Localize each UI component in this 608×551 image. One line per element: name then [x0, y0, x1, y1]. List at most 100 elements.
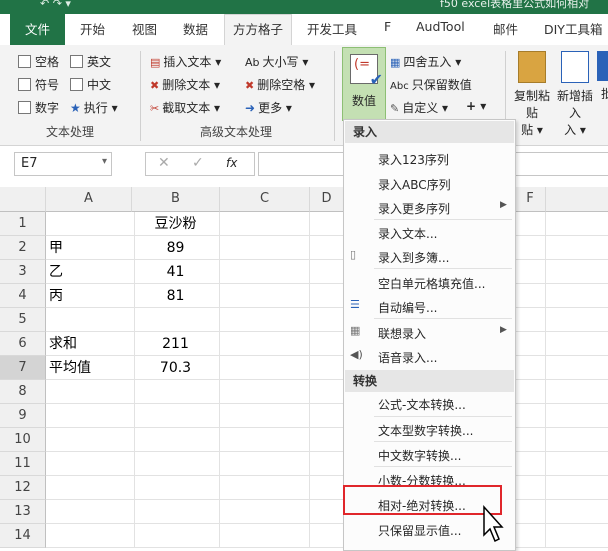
row-header[interactable]: 3: [0, 260, 46, 284]
row-header[interactable]: 4: [0, 284, 46, 308]
tab-data[interactable]: 数据: [183, 19, 208, 38]
row-header[interactable]: 11: [0, 452, 46, 476]
table-cell[interactable]: [515, 452, 546, 476]
table-cell[interactable]: [220, 476, 310, 500]
table-cell[interactable]: [515, 236, 546, 260]
remove-space-button[interactable]: ✖ 删除空格 ▾: [245, 76, 315, 93]
row-header[interactable]: 12: [0, 476, 46, 500]
table-cell[interactable]: [132, 500, 220, 524]
table-cell[interactable]: [46, 380, 135, 404]
column-header[interactable]: D: [310, 187, 344, 212]
menu-item-keep-display[interactable]: 只保留显示值...: [378, 522, 461, 539]
menu-item-input-abc[interactable]: 录入ABC序列: [378, 176, 451, 193]
table-cell[interactable]: [546, 308, 608, 332]
table-cell[interactable]: [310, 428, 344, 452]
checkbox-symbol[interactable]: 符号: [18, 76, 59, 93]
tab-f[interactable]: F: [384, 19, 391, 34]
table-cell[interactable]: [220, 332, 310, 356]
table-cell[interactable]: [132, 452, 220, 476]
checkbox-chinese[interactable]: 中文: [70, 76, 111, 93]
table-cell[interactable]: [310, 452, 344, 476]
table-cell[interactable]: [132, 308, 220, 332]
more-button[interactable]: ➜ 更多 ▾: [245, 99, 292, 116]
table-cell[interactable]: [515, 332, 546, 356]
menu-item-chinese-number[interactable]: 中文数字转换...: [378, 447, 461, 464]
table-cell[interactable]: [310, 260, 344, 284]
table-cell[interactable]: [220, 404, 310, 428]
table-cell[interactable]: [546, 428, 608, 452]
cancel-icon[interactable]: ✕: [158, 155, 170, 171]
column-header[interactable]: B: [132, 187, 220, 212]
table-cell[interactable]: [546, 524, 608, 548]
case-button[interactable]: Ab 大小写 ▾: [245, 53, 308, 70]
copy-paste-button[interactable]: 复制粘贴 贴 ▾: [512, 51, 552, 138]
select-all-corner[interactable]: [0, 187, 46, 212]
table-cell[interactable]: [515, 476, 546, 500]
keep-value-button[interactable]: Abc 只保留数值: [390, 76, 472, 93]
table-cell[interactable]: [515, 284, 546, 308]
table-cell[interactable]: [546, 260, 608, 284]
delete-text-button[interactable]: ✖ 删除文本 ▾: [150, 76, 220, 93]
row-header[interactable]: 13: [0, 500, 46, 524]
table-cell[interactable]: [46, 524, 135, 548]
table-cell[interactable]: 89: [132, 236, 220, 260]
table-cell[interactable]: [220, 284, 310, 308]
name-box[interactable]: E7 ▾: [14, 152, 112, 176]
table-cell[interactable]: [546, 404, 608, 428]
table-cell[interactable]: [310, 356, 344, 380]
table-cell[interactable]: [310, 404, 344, 428]
table-cell[interactable]: [132, 404, 220, 428]
table-cell[interactable]: [515, 428, 546, 452]
checkbox-english[interactable]: 英文: [70, 53, 111, 70]
table-cell[interactable]: [546, 332, 608, 356]
table-cell[interactable]: [220, 500, 310, 524]
checkbox-space[interactable]: 空格: [18, 53, 59, 70]
table-cell[interactable]: 平均值: [46, 356, 135, 380]
table-cell[interactable]: [310, 380, 344, 404]
column-header[interactable]: A: [46, 187, 132, 212]
table-cell[interactable]: [220, 428, 310, 452]
menu-item-input-123[interactable]: 录入123序列: [378, 151, 449, 168]
batch-button[interactable]: 批: [597, 51, 608, 102]
tab-file[interactable]: 文件: [10, 14, 65, 45]
table-cell[interactable]: [310, 500, 344, 524]
table-cell[interactable]: [220, 356, 310, 380]
table-cell[interactable]: 211: [132, 332, 220, 356]
column-header-blank[interactable]: [546, 187, 608, 212]
confirm-icon[interactable]: ✓: [192, 155, 204, 171]
fx-icon[interactable]: fx: [226, 156, 237, 170]
table-cell[interactable]: 豆沙粉: [132, 212, 220, 236]
table-cell[interactable]: [310, 332, 344, 356]
column-header[interactable]: C: [220, 187, 310, 212]
table-cell[interactable]: [546, 212, 608, 236]
tab-view[interactable]: 视图: [132, 19, 157, 38]
custom-button[interactable]: ✎ 自定义 ▾: [390, 99, 448, 116]
table-cell[interactable]: [220, 236, 310, 260]
table-cell[interactable]: [515, 356, 546, 380]
tab-mail[interactable]: 邮件: [493, 19, 518, 38]
tab-fangfange[interactable]: 方方格子: [224, 14, 293, 47]
table-cell[interactable]: 41: [132, 260, 220, 284]
quick-access-toolbar[interactable]: ↶ ↷ ▾: [40, 0, 71, 10]
row-header[interactable]: 2: [0, 236, 46, 260]
table-cell[interactable]: [132, 476, 220, 500]
table-cell[interactable]: 甲: [46, 236, 135, 260]
tab-developer[interactable]: 开发工具: [307, 19, 357, 38]
table-cell[interactable]: [546, 452, 608, 476]
table-cell[interactable]: [515, 212, 546, 236]
table-cell[interactable]: [132, 428, 220, 452]
table-cell[interactable]: [515, 404, 546, 428]
table-cell[interactable]: [310, 284, 344, 308]
table-cell[interactable]: [132, 380, 220, 404]
table-cell[interactable]: [310, 476, 344, 500]
menu-item-input-text[interactable]: 录入文本...: [378, 225, 437, 242]
table-cell[interactable]: [310, 524, 344, 548]
row-header[interactable]: 8: [0, 380, 46, 404]
insert-text-button[interactable]: ▤ 插入文本 ▾: [150, 53, 221, 70]
extract-text-button[interactable]: ✂ 截取文本 ▾: [150, 99, 220, 116]
table-cell[interactable]: [46, 308, 135, 332]
table-cell[interactable]: [220, 380, 310, 404]
table-cell[interactable]: 81: [132, 284, 220, 308]
table-cell[interactable]: [132, 524, 220, 548]
table-cell[interactable]: [220, 260, 310, 284]
